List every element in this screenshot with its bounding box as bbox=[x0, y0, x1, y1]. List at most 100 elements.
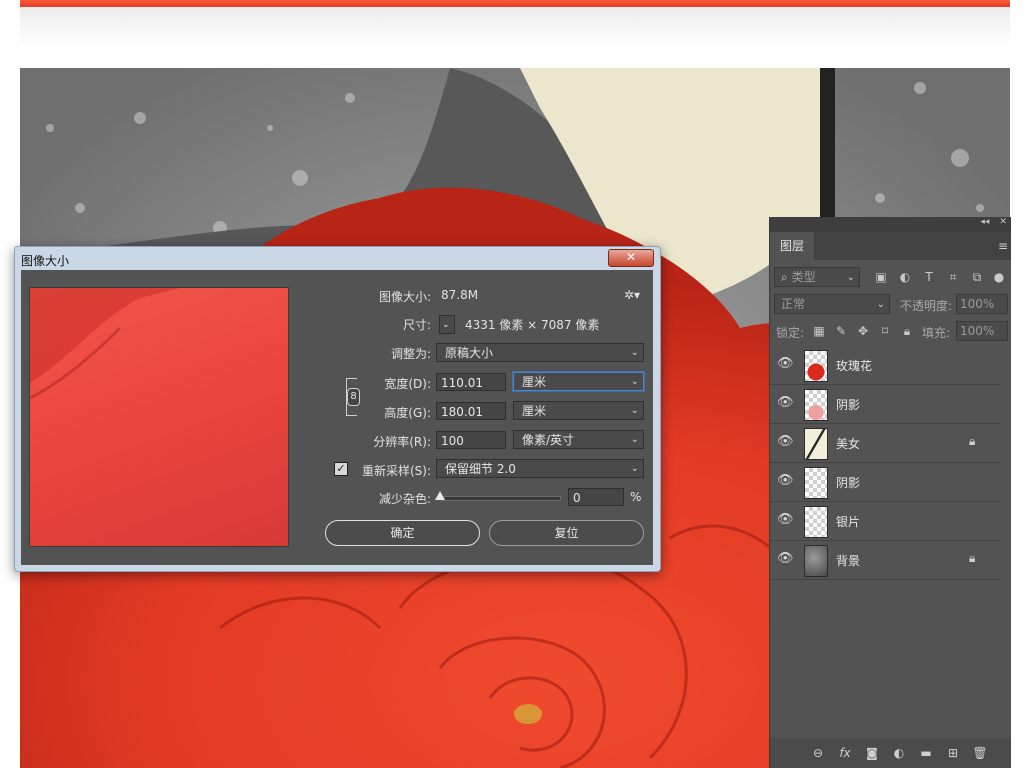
image-size-label: 图像大小: bbox=[378, 290, 431, 304]
fit-to-value: 原稿大小 bbox=[445, 346, 494, 360]
resolution-input[interactable]: 100 bbox=[436, 431, 506, 449]
lock-icon: 🔒︎ bbox=[969, 434, 976, 448]
fit-to-select[interactable]: 原稿大小 ⌄ bbox=[436, 343, 644, 362]
width-label: 宽度(D): bbox=[384, 377, 431, 391]
dialog-title: 图像大小 bbox=[21, 254, 70, 268]
dimensions-value: 4331 像素 × 7087 像素 bbox=[465, 318, 600, 332]
noise-slider-thumb[interactable] bbox=[435, 491, 445, 500]
trash-icon[interactable]: 🗑︎ bbox=[972, 746, 988, 760]
adjustment-icon[interactable]: ◐ bbox=[891, 746, 907, 760]
blend-mode-value: 正常 bbox=[781, 297, 806, 311]
layer-name: 阴影 bbox=[836, 398, 861, 412]
filter-pixel-icon[interactable]: ▣ bbox=[874, 270, 888, 284]
resolution-unit-select[interactable]: 像素/英寸 ⌄ bbox=[513, 430, 644, 449]
layer-name: 玫瑰花 bbox=[836, 359, 873, 373]
fx-icon[interactable]: fx bbox=[837, 746, 853, 760]
resample-label: 重新采样(S): bbox=[361, 464, 431, 478]
ok-button[interactable]: 确定 bbox=[325, 520, 480, 546]
top-banner-image bbox=[20, 0, 1010, 7]
mask-icon[interactable]: ◙ bbox=[864, 746, 880, 760]
height-label: 高度(G): bbox=[384, 406, 431, 420]
height-input[interactable]: 180.01 bbox=[436, 402, 506, 420]
layer-row[interactable]: 👁︎ 阴影 bbox=[770, 385, 1000, 424]
layer-row[interactable]: 👁︎ 背景 🔒︎ bbox=[770, 541, 1000, 580]
layer-row[interactable]: 👁︎ 玫瑰花 bbox=[770, 346, 1000, 385]
noise-slider-track[interactable] bbox=[441, 496, 561, 501]
reset-button[interactable]: 复位 bbox=[489, 520, 644, 546]
resample-method-select[interactable]: 保留细节 2.0 ⌄ bbox=[436, 459, 644, 478]
layer-filter-select[interactable]: ⌕ 类型 ⌄ bbox=[774, 267, 860, 287]
width-input[interactable]: 110.01 bbox=[436, 373, 506, 391]
dimensions-unit-dropdown[interactable]: ⌄ bbox=[439, 315, 455, 334]
panel-menu-icon[interactable]: ≡ bbox=[998, 239, 1008, 253]
visibility-eye-icon[interactable]: 👁︎ bbox=[777, 513, 794, 527]
visibility-eye-icon[interactable]: 👁︎ bbox=[777, 474, 794, 488]
visibility-eye-icon[interactable]: 👁︎ bbox=[777, 435, 794, 449]
panel-header-strip: ◂◂ ✕ bbox=[770, 217, 1011, 232]
preview-petal-art bbox=[30, 288, 180, 400]
layer-thumbnail bbox=[804, 428, 828, 460]
layer-name: 银片 bbox=[836, 515, 861, 529]
resolution-unit-value: 像素/英寸 bbox=[522, 433, 575, 447]
chevron-down-icon: ⌄ bbox=[630, 347, 639, 358]
filter-shape-icon[interactable]: ⌗ bbox=[946, 270, 960, 284]
new-layer-icon[interactable]: ⊞ bbox=[945, 746, 961, 760]
resample-method-value: 保留细节 2.0 bbox=[445, 462, 516, 476]
layer-row[interactable]: 👁︎ 阴影 bbox=[770, 463, 1000, 502]
layer-thumbnail bbox=[804, 389, 828, 421]
fill-input[interactable]: 100% bbox=[956, 321, 1008, 341]
dimensions-label: 尺寸: bbox=[402, 318, 431, 332]
layer-thumbnail bbox=[804, 545, 828, 577]
visibility-eye-icon[interactable]: 👁︎ bbox=[777, 396, 794, 410]
filter-type-icon[interactable]: T bbox=[922, 270, 936, 284]
chevron-down-icon: ⌄ bbox=[630, 434, 639, 445]
width-unit-select[interactable]: 厘米 ⌄ bbox=[513, 372, 644, 391]
layer-thumbnail bbox=[804, 506, 828, 538]
opacity-input[interactable]: 100% bbox=[956, 294, 1008, 314]
banner-shadow bbox=[20, 7, 1010, 47]
layer-row[interactable]: 👁︎ 美女 🔒︎ bbox=[770, 424, 1000, 463]
fill-label: 填充: bbox=[922, 326, 951, 340]
lock-brush-icon[interactable]: ✎ bbox=[834, 324, 848, 338]
lock-all-icon[interactable]: 🔒︎ bbox=[900, 324, 914, 338]
layers-list: 👁︎ 玫瑰花 👁︎ 阴影 👁︎ 美女 🔒︎ 👁︎ 阴影 👁︎ 银片 👁︎ 背景 … bbox=[770, 346, 1011, 586]
lock-position-icon[interactable]: ✥ bbox=[856, 324, 870, 338]
layer-name: 阴影 bbox=[836, 476, 861, 490]
layer-thumbnail bbox=[804, 350, 828, 382]
chevron-down-icon: ⌄ bbox=[876, 299, 885, 310]
height-unit-value: 厘米 bbox=[522, 404, 547, 418]
fit-to-label: 调整为: bbox=[390, 347, 431, 361]
folder-icon[interactable]: ▬ bbox=[918, 746, 934, 760]
filter-toggle-icon[interactable]: ● bbox=[992, 270, 1006, 284]
visibility-eye-icon[interactable]: 👁︎ bbox=[777, 357, 794, 371]
dialog-body: 图像大小: 87.8M ✲▾ 尺寸: ⌄ 4331 像素 × 7087 像素 调… bbox=[21, 270, 653, 565]
height-unit-select[interactable]: 厘米 ⌄ bbox=[513, 401, 644, 420]
panel-close-icon[interactable]: ✕ bbox=[999, 217, 1007, 227]
layer-filter-value: 类型 bbox=[791, 270, 816, 284]
chevron-down-icon: ⌄ bbox=[630, 463, 639, 474]
visibility-eye-icon[interactable]: 👁︎ bbox=[777, 552, 794, 566]
panel-tab-bar: 图层 ≡ bbox=[770, 232, 1011, 260]
resolution-label: 分辨率(R): bbox=[373, 435, 431, 449]
noise-input[interactable]: 0 bbox=[568, 488, 624, 506]
dialog-close-button[interactable]: ✕ bbox=[608, 249, 654, 267]
blend-mode-select[interactable]: 正常 ⌄ bbox=[774, 294, 890, 314]
tab-layers[interactable]: 图层 bbox=[770, 232, 814, 260]
width-unit-value: 厘米 bbox=[522, 375, 547, 389]
opacity-label: 不透明度: bbox=[900, 299, 953, 313]
settings-gear-icon[interactable]: ✲▾ bbox=[624, 288, 640, 302]
layers-footer-toolbar: ⊖ fx ◙ ◐ ▬ ⊞ 🗑︎ bbox=[770, 738, 1011, 768]
reduce-noise-label: 减少杂色: bbox=[378, 492, 431, 506]
filter-adjustment-icon[interactable]: ◐ bbox=[898, 270, 912, 284]
layer-row[interactable]: 👁︎ 银片 bbox=[770, 502, 1000, 541]
link-icon[interactable]: ⊖ bbox=[810, 746, 826, 760]
layer-thumbnail bbox=[804, 467, 828, 499]
lock-label: 锁定: bbox=[776, 326, 805, 340]
chevron-down-icon: ⌄ bbox=[630, 376, 639, 387]
image-preview[interactable] bbox=[29, 287, 289, 547]
lock-artboard-icon[interactable]: ⌑ bbox=[878, 324, 892, 338]
filter-smart-object-icon[interactable]: ⧉ bbox=[970, 270, 984, 284]
lock-transparent-icon[interactable]: ▦ bbox=[812, 324, 826, 338]
collapse-panel-icon[interactable]: ◂◂ bbox=[980, 217, 989, 227]
lock-icon: 🔒︎ bbox=[969, 551, 976, 565]
